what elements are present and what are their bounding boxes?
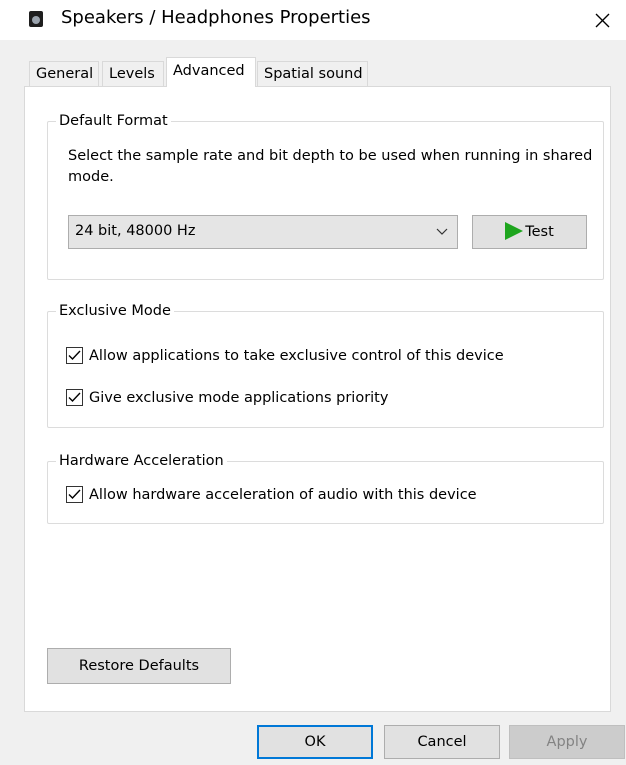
group-legend: Exclusive Mode	[56, 301, 174, 321]
checkbox-box[interactable]	[66, 389, 83, 406]
advanced-tab-panel: Default Format Select the sample rate an…	[24, 86, 611, 712]
checkmark-icon	[68, 489, 81, 500]
button-label: Cancel	[417, 734, 467, 750]
checkbox-box[interactable]	[66, 486, 83, 503]
checkmark-icon	[68, 350, 81, 361]
button-label: Apply	[546, 734, 588, 750]
play-icon	[505, 222, 524, 240]
tab-label: Levels	[109, 66, 155, 82]
speaker-device-icon	[29, 11, 43, 27]
hardware-acceleration-group: Hardware Acceleration Allow hardware acc…	[47, 451, 604, 524]
tab-general[interactable]: General	[29, 61, 99, 86]
default-format-description: Select the sample rate and bit depth to …	[68, 148, 593, 185]
checkmark-icon	[68, 392, 81, 403]
group-legend: Hardware Acceleration	[56, 451, 227, 471]
button-label: OK	[304, 734, 326, 750]
tab-label: Spatial sound	[264, 66, 363, 82]
tab-label: General	[36, 66, 94, 82]
checkbox-label: Allow applications to take exclusive con…	[89, 348, 504, 364]
close-button[interactable]	[578, 0, 626, 40]
default-format-group: Default Format Select the sample rate an…	[47, 111, 604, 280]
tab-levels[interactable]: Levels	[102, 61, 164, 86]
dialog-body: General Levels Advanced Spatial sound De…	[0, 40, 626, 765]
title-bar: Speakers / Headphones Properties	[0, 0, 626, 40]
cancel-button[interactable]: Cancel	[384, 725, 500, 759]
button-label: Restore Defaults	[78, 658, 200, 674]
checkbox-label: Give exclusive mode applications priorit…	[89, 390, 389, 406]
checkbox-label: Allow hardware acceleration of audio wit…	[89, 487, 477, 503]
checkbox-box[interactable]	[66, 347, 83, 364]
window-title: Speakers / Headphones Properties	[61, 7, 371, 28]
close-icon	[595, 13, 610, 28]
tab-spatial-sound[interactable]: Spatial sound	[257, 61, 368, 86]
select-value: 24 bit, 48000 Hz	[75, 223, 196, 239]
tab-advanced[interactable]: Advanced	[166, 57, 256, 87]
test-button[interactable]: Test	[472, 215, 587, 249]
restore-defaults-button[interactable]: Restore Defaults	[47, 648, 231, 684]
group-legend: Default Format	[56, 111, 171, 131]
exclusive-mode-group: Exclusive Mode Allow applications to tak…	[47, 301, 604, 428]
sample-rate-select[interactable]: 24 bit, 48000 Hz	[68, 215, 458, 249]
chevron-down-icon	[436, 228, 448, 235]
ok-button[interactable]: OK	[257, 725, 373, 759]
apply-button[interactable]: Apply	[509, 725, 625, 759]
tab-label: Advanced	[173, 63, 245, 79]
button-label: Test	[525, 224, 554, 240]
